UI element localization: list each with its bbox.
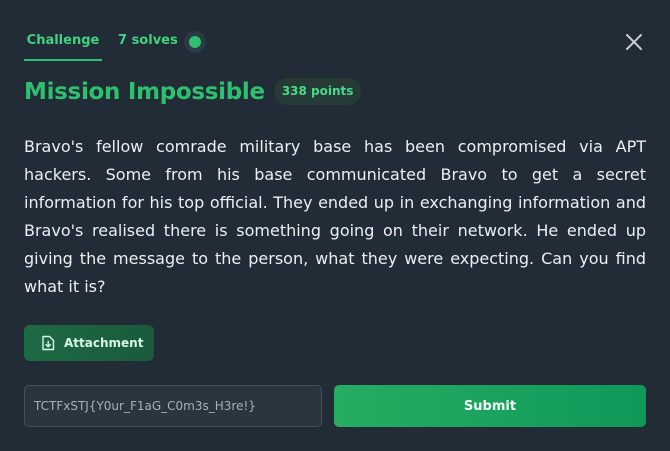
modal-tabs: Challenge 7 solves xyxy=(24,24,206,61)
tab-challenge[interactable]: Challenge xyxy=(24,24,102,61)
challenge-title: Mission Impossible xyxy=(24,78,265,105)
challenge-description: Bravo's fellow comrade military base has… xyxy=(24,137,646,296)
file-download-icon xyxy=(42,335,55,351)
close-icon xyxy=(626,34,642,50)
status-dot-icon xyxy=(183,31,206,53)
points-badge: 338 points xyxy=(273,78,362,105)
title-row: Mission Impossible 338 points xyxy=(24,78,362,105)
flag-input[interactable] xyxy=(24,385,322,427)
tab-solves-label: 7 solves xyxy=(118,33,178,48)
attachment-button[interactable]: Attachment xyxy=(24,325,154,361)
status-dot xyxy=(188,36,201,48)
submit-button[interactable]: Submit xyxy=(334,385,646,427)
attachment-label: Attachment xyxy=(64,336,144,350)
close-button[interactable] xyxy=(624,32,644,52)
tab-solves[interactable]: 7 solves xyxy=(118,24,206,61)
challenge-modal: Challenge 7 solves Mission Impossible 33… xyxy=(0,0,670,451)
